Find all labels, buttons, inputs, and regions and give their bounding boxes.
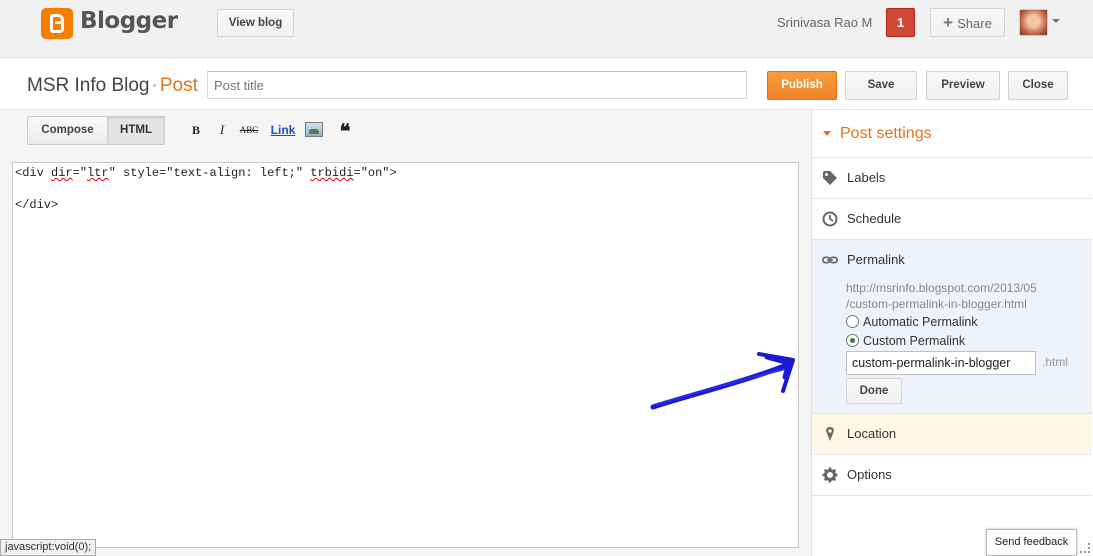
sidebar-item-label: Options (847, 467, 892, 482)
strikethrough-icon[interactable]: ABC (238, 121, 260, 139)
blog-name: MSR Info Blog (27, 75, 150, 96)
sidebar-item-labels[interactable]: Labels (812, 158, 1092, 199)
avatar[interactable] (1019, 9, 1048, 36)
location-pin-icon (826, 427, 834, 441)
radio-on-icon[interactable] (846, 334, 859, 347)
done-button[interactable]: Done (846, 378, 902, 404)
send-feedback-button[interactable]: Send feedback (986, 529, 1077, 556)
sidebar-item-options[interactable]: Options (812, 455, 1092, 496)
sidebar-item-schedule[interactable]: Schedule (812, 199, 1092, 240)
sidebar-item-label: Location (847, 426, 897, 441)
post-title-input[interactable] (207, 71, 747, 99)
publish-button[interactable]: Publish (767, 71, 837, 100)
permalink-url: http://msrinfo.blogspot.com/2013/05 /cus… (846, 281, 1037, 311)
resize-handle-icon[interactable] (1080, 543, 1090, 553)
quote-icon[interactable]: ❝ (337, 121, 353, 143)
post-settings-header[interactable]: Post settings (812, 110, 1092, 158)
tab-compose[interactable]: Compose (27, 116, 108, 145)
share-button[interactable]: + Share (930, 8, 1005, 37)
sidebar-item-location[interactable]: Location (812, 414, 1092, 455)
plus-icon: + (943, 13, 954, 32)
close-button[interactable]: Close (1008, 71, 1068, 100)
save-button[interactable]: Save (845, 71, 917, 100)
section-name: Post (159, 75, 198, 96)
sidebar-item-label: Labels (847, 170, 886, 185)
brand-name[interactable]: Blogger (80, 8, 178, 34)
tag-icon (823, 171, 837, 185)
italic-icon[interactable]: I (215, 121, 229, 139)
link-icon (822, 256, 838, 264)
bold-icon[interactable]: B (189, 121, 203, 139)
page-title: MSR Info Blog · Post (27, 75, 198, 96)
radio-off-icon[interactable] (846, 315, 859, 328)
permalink-suffix: .html (1042, 355, 1069, 369)
caret-down-icon (823, 131, 831, 136)
user-name[interactable]: Srinivasa Rao M (777, 15, 872, 30)
custom-permalink-input[interactable] (846, 351, 1036, 375)
insert-image-icon[interactable] (305, 122, 323, 137)
gear-icon (822, 467, 838, 483)
chevron-down-icon[interactable] (1052, 19, 1060, 23)
automatic-permalink-radio[interactable]: Automatic Permalink (846, 315, 978, 329)
custom-permalink-radio[interactable]: Custom Permalink (846, 334, 965, 348)
link-button[interactable]: Link (270, 121, 296, 139)
top-bar: Blogger View blog Srinivasa Rao M 1 + Sha… (0, 0, 1093, 58)
tab-html[interactable]: HTML (107, 116, 165, 145)
post-settings-sidebar: Post settings Labels Schedule Permalink … (811, 109, 1093, 556)
preview-button[interactable]: Preview (926, 71, 1000, 100)
post-settings-title: Post settings (840, 125, 932, 142)
sidebar-item-permalink: Permalink http://msrinfo.blogspot.com/20… (812, 240, 1092, 414)
annotation-arrow-icon (650, 352, 795, 410)
clock-icon (822, 211, 838, 227)
sidebar-item-label: Schedule (847, 211, 902, 226)
share-label: Share (957, 16, 992, 31)
sidebar-item-label[interactable]: Permalink (847, 252, 905, 267)
blogger-logo-icon[interactable] (41, 8, 73, 39)
view-blog-button[interactable]: View blog (217, 9, 294, 37)
notification-badge[interactable]: 1 (886, 8, 915, 37)
status-bar: javascript:void(0); (0, 539, 97, 556)
